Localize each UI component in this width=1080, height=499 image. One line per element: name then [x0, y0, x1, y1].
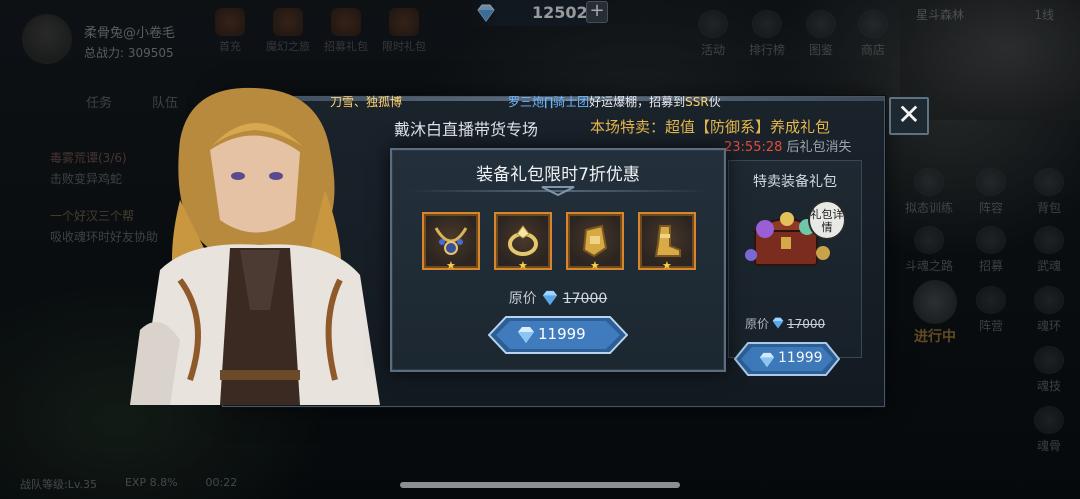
- side-buy-price: 11999: [778, 350, 823, 366]
- star-icon: ★: [662, 259, 672, 272]
- countdown-label: 后礼包消失: [786, 140, 852, 155]
- ticker-message: 罗三炮∏骑士团好运爆棚，招募到SSR伙: [508, 93, 721, 110]
- side-card-title: 特卖装备礼包: [753, 174, 837, 190]
- diamond-icon: [772, 317, 784, 329]
- orig-label: 原价: [508, 291, 537, 307]
- side-orig-label: 原价: [745, 317, 770, 331]
- equipment-offer-dialog: 装备礼包限时7折优惠 ★ ★ ★ ★ 原价 17000 11999: [390, 148, 726, 372]
- ticker-mid: 好运爆棚，招募到: [589, 95, 686, 109]
- pack-detail-button[interactable]: 礼包详情: [808, 200, 846, 240]
- item-list: ★ ★ ★ ★: [422, 212, 696, 272]
- side-orig-price: 17000: [787, 317, 826, 331]
- broadcast-ticker: 刀雪、独孤博 罗三炮∏骑士团好运爆棚，招募到SSR伙: [330, 92, 870, 110]
- close-button[interactable]: ✕: [889, 97, 929, 135]
- item-slot-gauntlet[interactable]: ★: [566, 212, 624, 272]
- star-icon: ★: [590, 259, 600, 272]
- boots-icon: [654, 225, 681, 257]
- ring-icon: [508, 225, 538, 256]
- star-icon: ★: [446, 259, 456, 272]
- gauntlet-icon: [582, 224, 608, 258]
- diamond-icon: [518, 327, 534, 343]
- buy-button[interactable]: 11999: [487, 316, 629, 354]
- home-indicator[interactable]: [400, 482, 680, 488]
- ticker-team: 罗三炮∏骑士团: [508, 95, 590, 109]
- host-title: 戴沐白直播带货专场: [394, 120, 539, 139]
- hero-dai-mubai-art: [130, 87, 380, 405]
- original-price: 原价 17000: [392, 288, 724, 308]
- orig-price: 17000: [562, 291, 608, 307]
- necklace-icon: [434, 227, 468, 255]
- side-buy-button[interactable]: 11999: [733, 342, 841, 376]
- countdown-time: 23:55:28: [724, 140, 783, 155]
- countdown: 23:55:28 后礼包消失: [724, 136, 852, 155]
- side-equipment-pack-card[interactable]: 特卖装备礼包 原价 17000: [728, 160, 862, 358]
- diamond-icon: [759, 352, 775, 368]
- star-icon: ★: [518, 259, 528, 272]
- ticker-end: 伙: [708, 95, 721, 109]
- item-slot-boots[interactable]: ★: [638, 212, 696, 272]
- special-offer-title: 本场特卖：超值【防御系】养成礼包: [590, 118, 831, 136]
- item-slot-necklace[interactable]: ★: [422, 212, 480, 272]
- divider-ornament-icon: [541, 186, 575, 197]
- item-slot-ring[interactable]: ★: [494, 212, 552, 272]
- side-card-original-price: 原价 17000: [745, 315, 825, 332]
- buy-price: 11999: [538, 325, 586, 343]
- dialog-title: 装备礼包限时7折优惠: [476, 165, 640, 185]
- diamond-icon: [542, 290, 557, 306]
- ticker-ssr: SSR: [685, 95, 709, 109]
